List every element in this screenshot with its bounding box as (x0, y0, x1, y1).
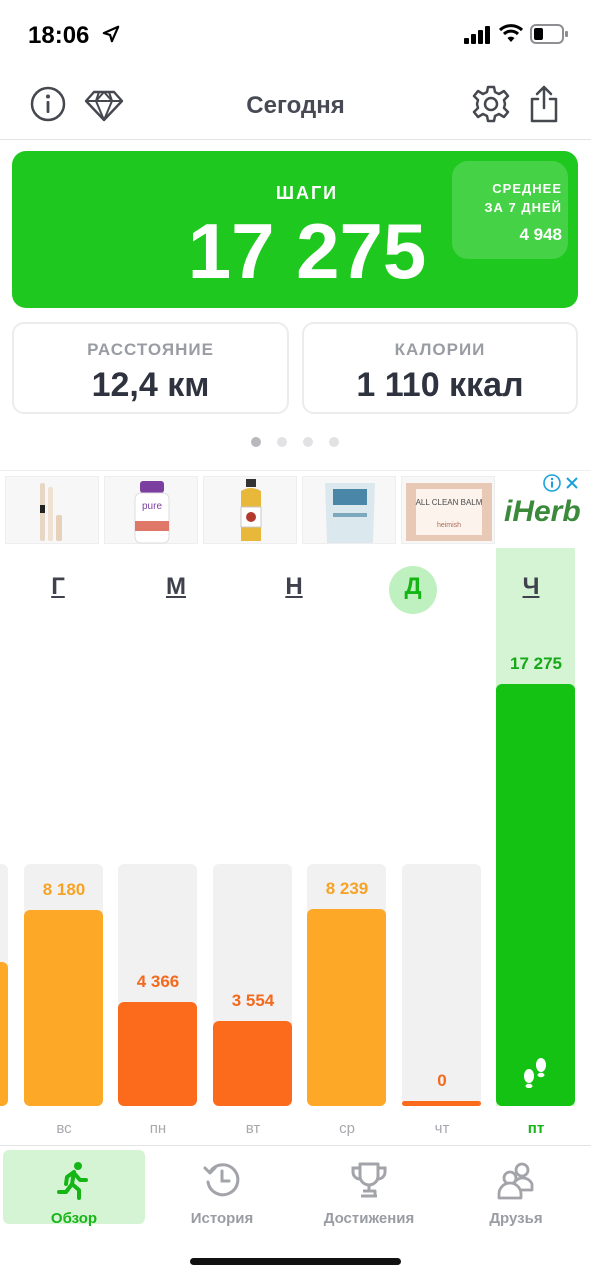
calories-label: КАЛОРИИ (394, 340, 486, 359)
week-letter[interactable]: М (146, 573, 206, 601)
salt-pouch-image (325, 483, 375, 543)
distance-value: 12,4 км (91, 366, 210, 404)
page-dot[interactable] (251, 437, 261, 447)
steps-value: 17 275 (187, 207, 427, 295)
weekly-average-label: СРЕДНЕЕ ЗА 7 ДНЕЙ (484, 181, 562, 215)
bar[interactable] (118, 1001, 197, 1106)
week-letter[interactable]: Д (383, 573, 443, 601)
tab-history[interactable]: История (151, 1150, 293, 1227)
ad-banner[interactable]: pure ALL CLEAN BALM heimish iHerb (0, 470, 591, 548)
steps-bar-chart: Г М Н Д Ч 8 180 вс 4 366 пн 3 554 вт 8 239 ср 0 ч… (0, 548, 591, 1145)
day-label: пт (527, 1120, 545, 1137)
ad-product-text: heimish (437, 522, 461, 529)
calories-card[interactable]: КАЛОРИИ 1 110 ккал (302, 322, 578, 414)
weekly-average-value: 4 948 (519, 225, 562, 244)
weekly-average-box: СРЕДНЕЕ ЗА 7 ДНЕЙ 4 948 (452, 161, 568, 259)
oil-bottle-image (240, 479, 262, 541)
status-time: 18:06 (28, 22, 90, 49)
distance-label: РАССТОЯНИЕ (87, 340, 214, 359)
distance-card[interactable]: РАССТОЯНИЕ 12,4 км (12, 322, 289, 414)
ad-product-image[interactable] (302, 476, 396, 544)
day-label: ср (339, 1120, 355, 1137)
page-dot[interactable] (303, 437, 313, 447)
calories-value: 1 110 ккал (356, 366, 524, 404)
tab-label: Достижения (323, 1210, 415, 1227)
bar[interactable] (402, 1101, 481, 1106)
ad-product-image[interactable]: ALL CLEAN BALM heimish (401, 476, 495, 544)
bar-value-label: 17 275 (510, 654, 562, 673)
status-bar: 18:06 (0, 0, 591, 70)
page-dot[interactable] (329, 437, 339, 447)
bar-track (402, 864, 481, 1106)
nav-bar: Сегодня (0, 70, 591, 140)
week-letter[interactable]: Г (28, 573, 88, 601)
wifi-icon (499, 24, 523, 42)
gear-icon[interactable] (471, 84, 511, 124)
home-indicator (190, 1258, 401, 1265)
bar-value-label: 3 554 (231, 991, 275, 1011)
bar[interactable] (307, 909, 386, 1106)
cellular-signal-icon (464, 26, 490, 44)
supplement-bottle-image: pure (134, 481, 170, 544)
balm-box-image: ALL CLEAN BALM heimish (406, 483, 492, 541)
ad-product-text: ALL CLEAN BALM (416, 498, 483, 507)
footsteps-icon (524, 1058, 546, 1088)
bar-value-label: 8 180 (42, 880, 86, 900)
day-label: вс (56, 1120, 72, 1137)
tab-label: История (190, 1210, 254, 1227)
tab-overview[interactable]: Обзор (3, 1150, 145, 1227)
tab-label: Обзор (50, 1210, 98, 1227)
bar[interactable] (24, 910, 103, 1106)
cosmetic-tube-image (40, 483, 62, 541)
trophy-icon (351, 1162, 387, 1198)
ad-product-image[interactable]: pure (104, 476, 198, 544)
runner-icon (57, 1162, 88, 1200)
steps-label: ШАГИ (275, 183, 339, 203)
ad-close-icon[interactable] (564, 475, 580, 491)
bar-value-label: 8 239 (325, 879, 369, 898)
ad-info-icon[interactable] (543, 474, 561, 492)
day-label: вт (245, 1120, 261, 1137)
bar[interactable] (213, 1021, 292, 1106)
location-arrow-icon (102, 25, 120, 43)
bar-value-label: 0 (437, 1071, 447, 1090)
ad-product-image[interactable] (203, 476, 297, 544)
ad-brand-logo[interactable]: iHerb (504, 495, 581, 529)
steps-card[interactable]: ШАГИ 17 275 СРЕДНЕЕ ЗА 7 ДНЕЙ 4 948 (12, 151, 578, 308)
friends-icon (497, 1162, 534, 1200)
tab-friends[interactable]: Друзья (445, 1150, 587, 1227)
page-dot[interactable] (277, 437, 287, 447)
bar-value-label: 4 366 (136, 971, 180, 991)
day-label: пн (149, 1120, 167, 1137)
bar[interactable] (496, 684, 575, 1106)
week-letter[interactable]: Ч (501, 573, 561, 601)
week-letter[interactable]: Н (264, 573, 324, 601)
bar-partial (0, 962, 8, 1106)
history-icon (203, 1163, 240, 1197)
battery-icon (530, 24, 568, 44)
tab-achievements[interactable]: Достижения (298, 1150, 440, 1227)
share-icon[interactable] (524, 84, 564, 124)
ad-product-text: pure (142, 501, 162, 512)
day-label: чт (434, 1120, 450, 1137)
ad-product-image[interactable] (5, 476, 99, 544)
tab-label: Друзья (489, 1210, 543, 1227)
